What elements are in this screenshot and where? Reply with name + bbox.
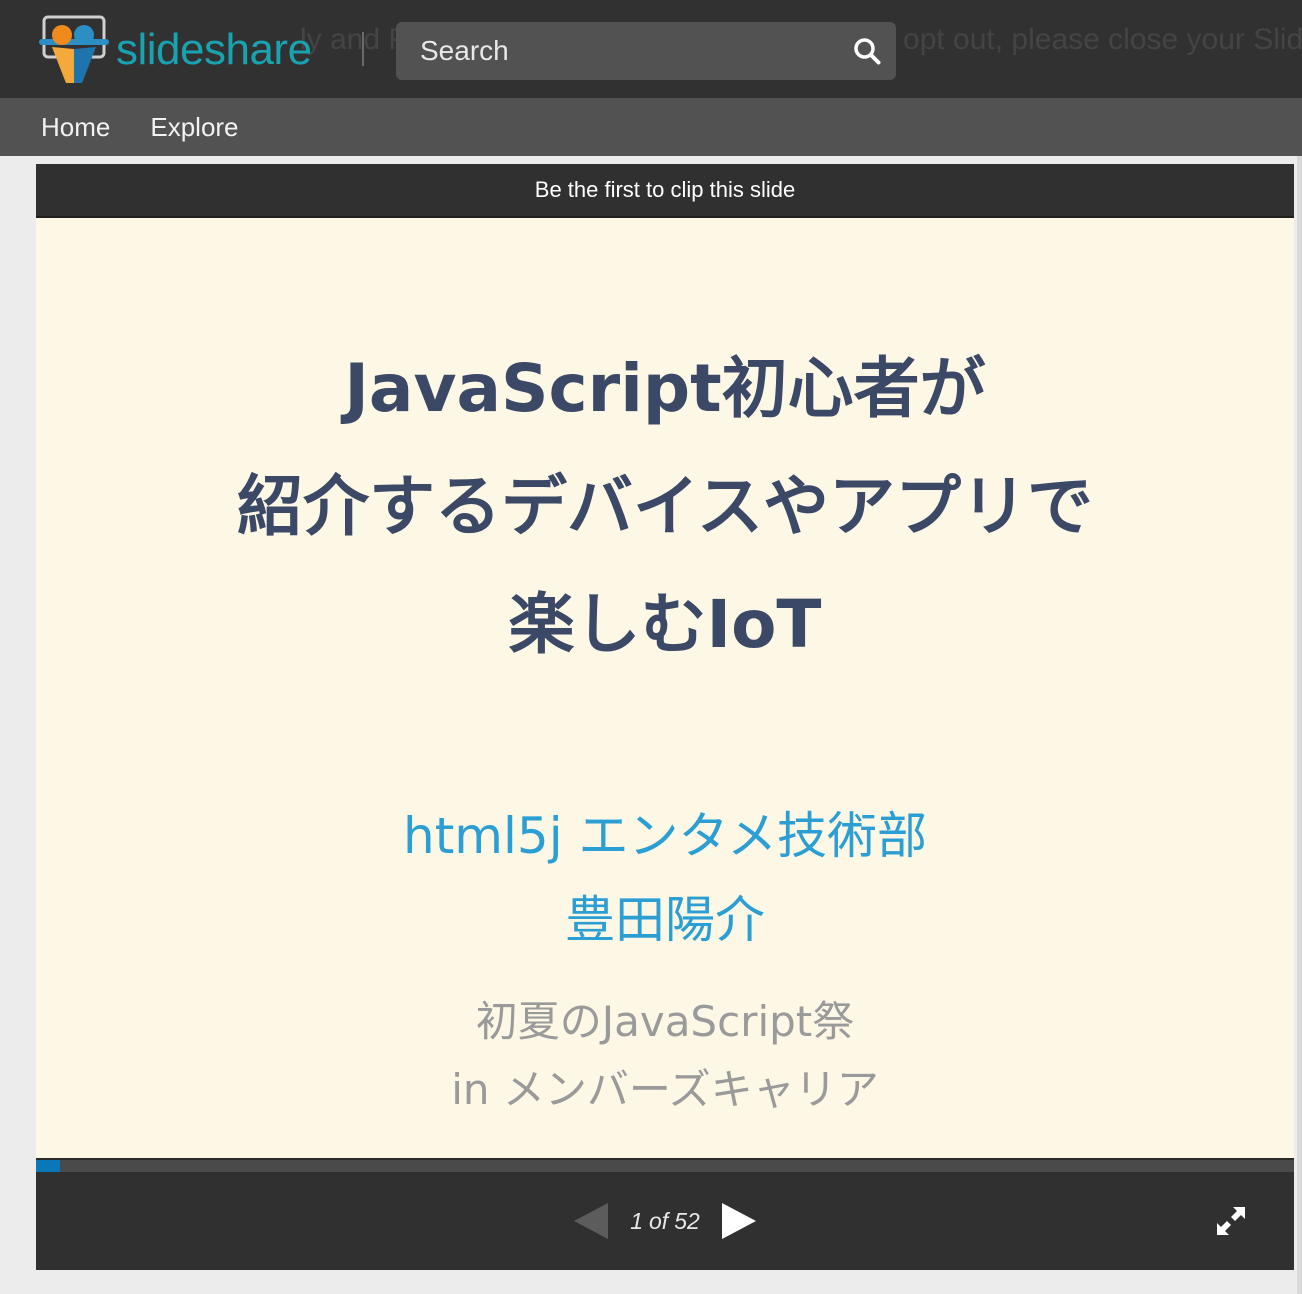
slide-event-line: in メンバーズキャリア [451, 1065, 879, 1114]
search-bar [396, 22, 896, 80]
page-of-label: of [649, 1207, 669, 1234]
logo-wordmark: slideshare [116, 25, 312, 74]
page-edge [1297, 156, 1302, 1294]
slide-player: Be the first to clip this slide JavaScri… [36, 164, 1294, 1270]
search-button[interactable] [838, 22, 896, 80]
slide-title: JavaScript初心者が 紹介するデバイスやアプリで 楽しむIoT [36, 330, 1294, 684]
slide-author-line: 豊田陽介 [565, 891, 765, 949]
previous-slide-button[interactable] [572, 1201, 610, 1241]
search-icon [854, 38, 881, 65]
slide-author: html5j エンタメ技術部 豊田陽介 [36, 794, 1294, 962]
triangle-left-icon [574, 1203, 609, 1239]
slideshare-logo[interactable]: slideshare [38, 12, 312, 88]
nav-item-explore[interactable]: Explore [150, 112, 238, 143]
progress-bar[interactable] [36, 1158, 1294, 1172]
page-indicator: 1 of 52 [630, 1208, 700, 1235]
slide-author-line: html5j エンタメ技術部 [403, 807, 927, 865]
top-header: ly and Privacy Policy will apply. If you… [0, 0, 1302, 98]
header-divider [362, 32, 364, 66]
main-nav: Home Explore [0, 98, 1302, 156]
clip-slide-button[interactable]: Be the first to clip this slide [36, 164, 1294, 218]
slide-event-line: 初夏のJavaScript祭 [475, 997, 855, 1046]
progress-fill [36, 1160, 61, 1172]
slide-title-line: 紹介するデバイスやアプリで [236, 468, 1094, 545]
triangle-right-icon [721, 1203, 756, 1239]
expand-arrows-icon [1217, 1207, 1245, 1235]
total-pages: 52 [674, 1207, 700, 1234]
pagination-controls: 1 of 52 [36, 1172, 1294, 1270]
current-page: 1 [630, 1207, 643, 1234]
slideshare-logo-icon [38, 13, 110, 87]
search-input[interactable] [396, 35, 838, 67]
player-controls: 1 of 52 [36, 1172, 1294, 1270]
slide-title-line: 楽しむIoT [508, 586, 822, 663]
nav-item-home[interactable]: Home [41, 112, 110, 143]
slide-event: 初夏のJavaScript祭 in メンバーズキャリア [36, 988, 1294, 1124]
fullscreen-button[interactable] [1216, 1206, 1246, 1236]
slide-title-line: JavaScript初心者が [344, 350, 986, 427]
slide-view[interactable]: JavaScript初心者が 紹介するデバイスやアプリで 楽しむIoT html… [36, 218, 1294, 1158]
next-slide-button[interactable] [720, 1201, 758, 1241]
